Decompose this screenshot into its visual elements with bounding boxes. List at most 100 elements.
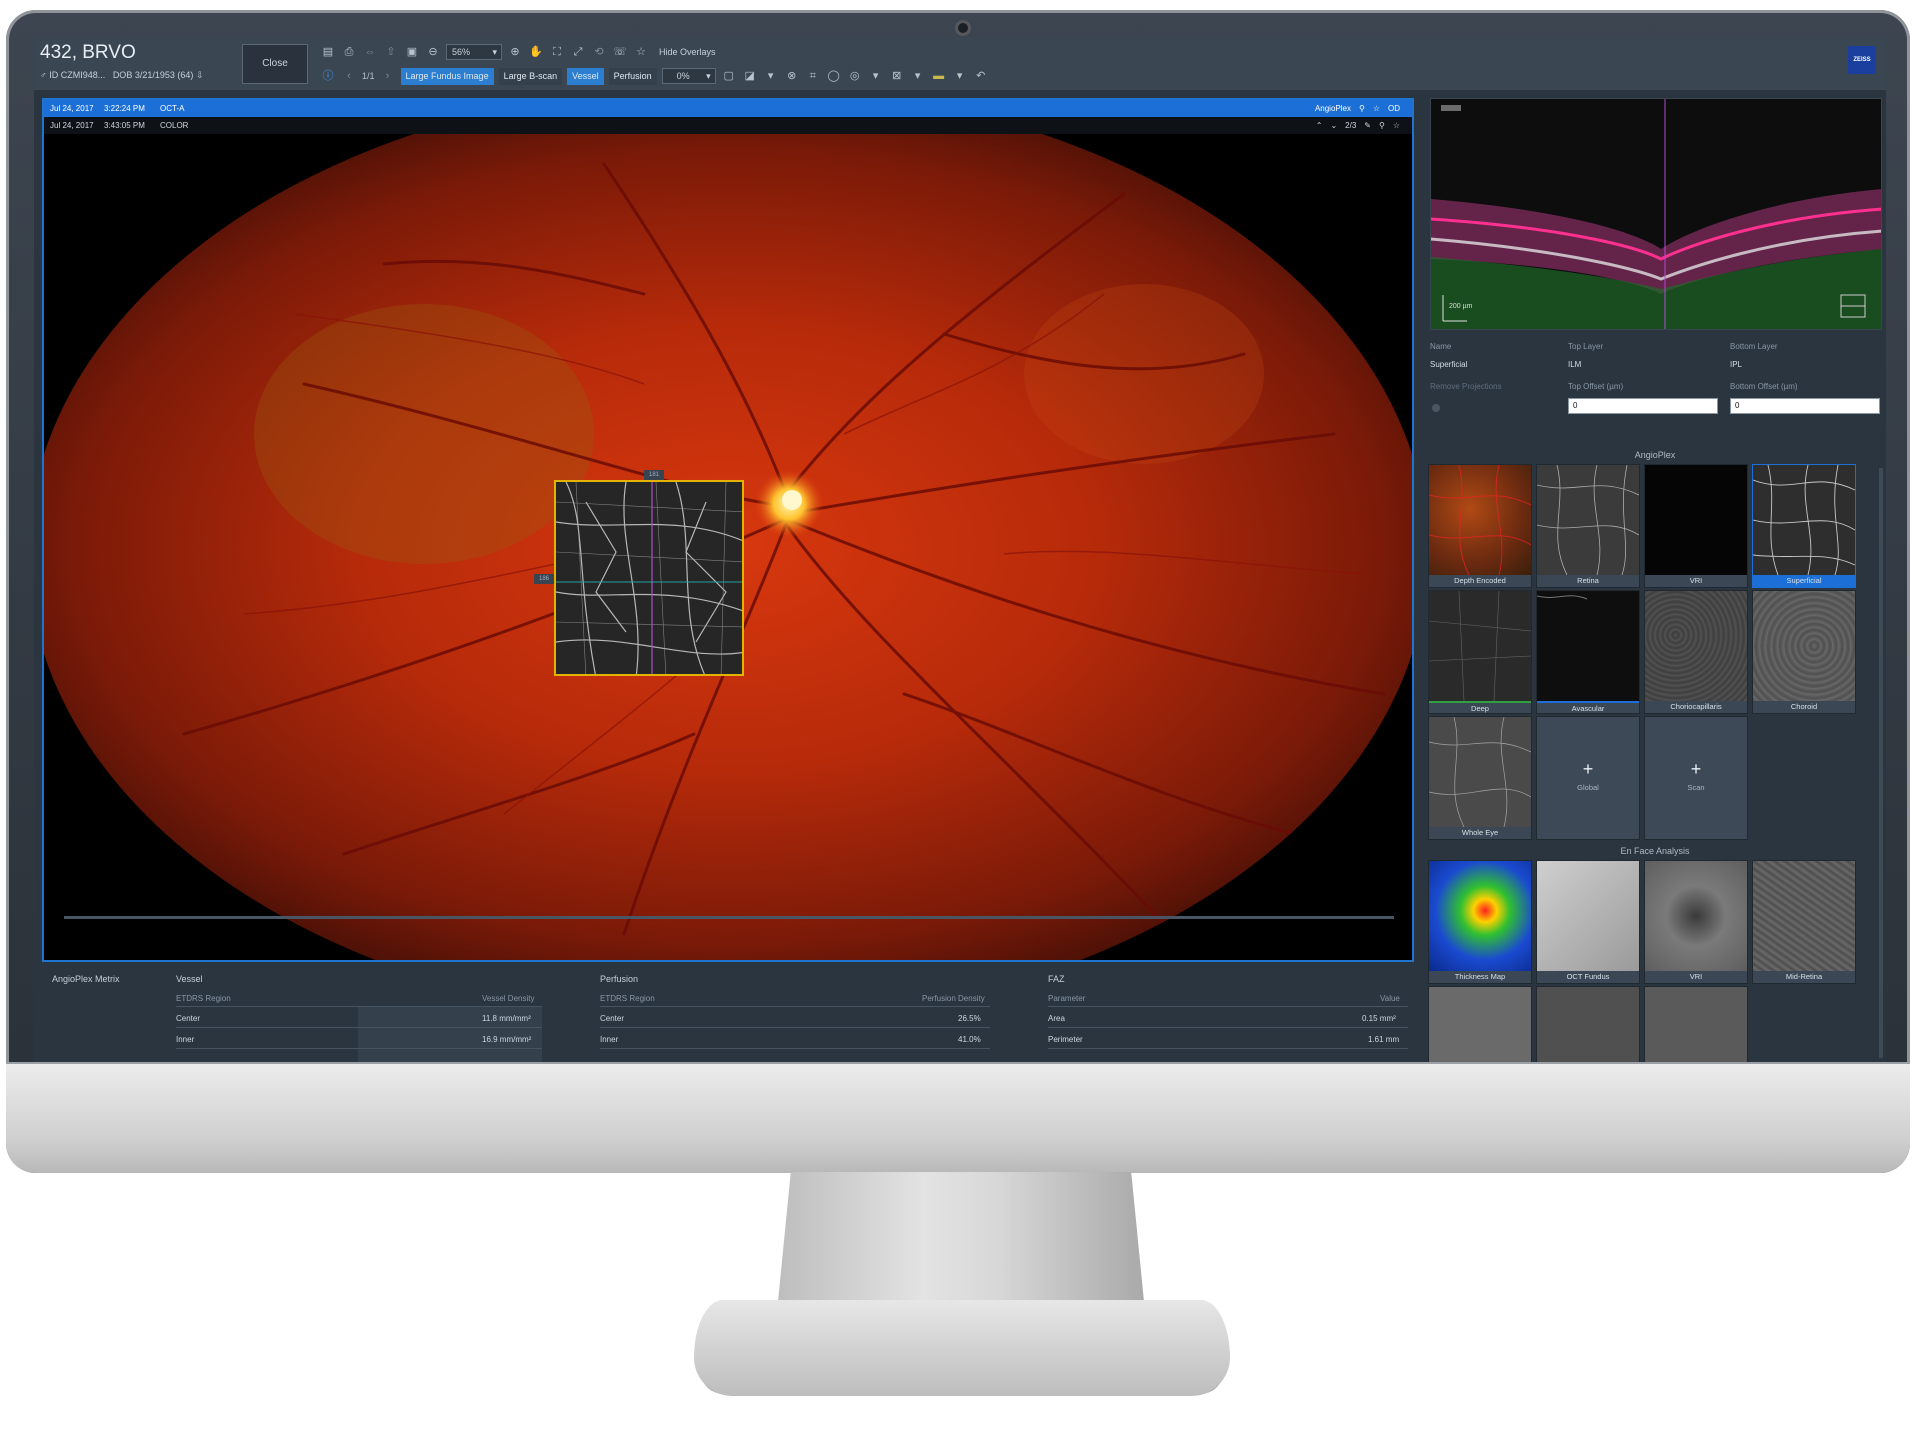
thumb-superficial[interactable]: Superficial: [1752, 464, 1856, 588]
patient-id: CZMI948...: [60, 70, 106, 80]
comment-icon[interactable]: ☏: [612, 44, 628, 60]
thumb-retina[interactable]: Retina: [1536, 464, 1640, 588]
patient-meta: ♂ ID CZMI948... DOB 3/21/1953 (64) ⇩: [40, 70, 203, 81]
hide-overlays-button[interactable]: Hide Overlays: [654, 44, 721, 61]
search-icon[interactable]: ⚲: [1359, 100, 1365, 117]
prev-icon[interactable]: ‹: [341, 68, 357, 84]
star-icon[interactable]: ☆: [1393, 117, 1400, 134]
thumb-vri[interactable]: VRI: [1644, 464, 1748, 588]
remove-projections-toggle[interactable]: [1432, 404, 1440, 412]
perfusion-toggle[interactable]: Perfusion: [608, 67, 657, 85]
zoom-in-icon[interactable]: ⊕: [507, 44, 523, 60]
pan-hand-icon[interactable]: ✋: [528, 44, 544, 60]
upload-icon[interactable]: ⇧: [383, 44, 399, 60]
thumb-mid-retina[interactable]: Mid-Retina: [1752, 860, 1856, 984]
thumb-thickness-map[interactable]: Thickness Map: [1428, 860, 1532, 984]
close-button[interactable]: Close: [242, 44, 308, 84]
thumb-image: [1537, 861, 1639, 971]
thumb-depth-encoded[interactable]: Depth Encoded: [1428, 464, 1532, 588]
search-icon[interactable]: ⚲: [1379, 117, 1385, 134]
save-icon[interactable]: ▣: [404, 44, 420, 60]
plus-icon: +: [1582, 759, 1594, 779]
dropdown-icon[interactable]: ▾: [763, 68, 779, 84]
export-icon[interactable]: ⇩: [196, 70, 204, 80]
star-icon[interactable]: ☆: [1373, 100, 1380, 117]
scan-row-color[interactable]: Jul 24, 2017 3:43:05 PM COLOR ⌃ ⌄ 2/3 ✎ …: [44, 117, 1412, 134]
chevron-up-icon[interactable]: ⌃: [1316, 117, 1323, 134]
thumb-partial[interactable]: [1428, 986, 1532, 1062]
large-fundus-toggle[interactable]: Large Fundus Image: [400, 67, 494, 85]
thumb-deep[interactable]: Deep: [1428, 590, 1532, 714]
thumb-choriocapillaris[interactable]: Choriocapillaris: [1644, 590, 1748, 714]
fit-window-icon[interactable]: ⛶: [549, 44, 565, 60]
top-offset-input[interactable]: 0: [1568, 398, 1718, 414]
next-icon[interactable]: ›: [380, 68, 396, 84]
add-global-slab-button[interactable]: + Global: [1536, 716, 1640, 840]
vessel-toggle[interactable]: Vessel: [567, 67, 604, 85]
reset-icon[interactable]: ⟲: [591, 44, 607, 60]
info-icon[interactable]: ⓘ: [320, 68, 336, 84]
thumb-partial[interactable]: [1644, 986, 1748, 1062]
contrast-icon[interactable]: ◪: [742, 68, 758, 84]
zoom-out-icon[interactable]: ⊖: [425, 44, 441, 60]
target-icon[interactable]: ◎: [847, 68, 863, 84]
screen: 432, BRVO ♂ ID CZMI948... DOB 3/21/1953 …: [34, 38, 1886, 1062]
oct-bscan[interactable]: 200 µm: [1430, 98, 1882, 330]
opacity-select[interactable]: 0%: [661, 68, 716, 84]
remove-projections-label: Remove Projections: [1430, 382, 1502, 391]
thumb-image: [1753, 861, 1855, 971]
gender-icon: ♂: [40, 70, 50, 80]
thumb-partial[interactable]: [1536, 986, 1640, 1062]
rule: [176, 1027, 542, 1028]
top-layer-value[interactable]: ILM: [1568, 360, 1581, 369]
thumb-oct-fundus[interactable]: OCT Fundus: [1536, 860, 1640, 984]
thumb-caption: VRI: [1645, 575, 1747, 587]
compare-icon[interactable]: ⇔: [362, 44, 378, 60]
octa-overlay-inset[interactable]: [554, 480, 744, 676]
edit-pencil-icon[interactable]: ✎: [1364, 117, 1371, 134]
monitor: 432, BRVO ♂ ID CZMI948... DOB 3/21/1953 …: [0, 0, 1920, 1440]
patient-info: 432, BRVO ♂ ID CZMI948... DOB 3/21/1953 …: [40, 42, 226, 86]
thumb-image: [1753, 465, 1855, 575]
slab-name[interactable]: Superficial: [1430, 360, 1467, 369]
top-toolbar: 432, BRVO ♂ ID CZMI948... DOB 3/21/1953 …: [34, 38, 1886, 90]
bottom-layer-value[interactable]: IPL: [1730, 360, 1742, 369]
fundus-image[interactable]: 181 186: [44, 134, 1412, 960]
image-icon[interactable]: ⊠: [889, 68, 905, 84]
print-icon[interactable]: ⎙: [341, 44, 357, 60]
top-offset-label: Top Offset (µm): [1568, 382, 1624, 391]
thumb-image: [1537, 591, 1639, 701]
bottom-layer-label: Bottom Layer: [1730, 342, 1778, 351]
thumb-image: [1645, 987, 1747, 1062]
thumb-avascular[interactable]: Avascular: [1536, 590, 1640, 714]
chevron-down-icon[interactable]: ⌄: [1330, 117, 1337, 134]
undo-icon[interactable]: ↶: [973, 68, 989, 84]
layer-icon[interactable]: ▢: [721, 68, 737, 84]
fullscreen-icon[interactable]: ⤢: [570, 44, 586, 60]
fundus-viewer[interactable]: Jul 24, 2017 3:22:24 PM OCT-A AngioPlex …: [42, 98, 1414, 962]
dropdown-icon[interactable]: ▾: [868, 68, 884, 84]
add-scan-slab-button[interactable]: + Scan: [1644, 716, 1748, 840]
thumb-enface-vri[interactable]: VRI: [1644, 860, 1748, 984]
circle-icon[interactable]: ◯: [826, 68, 842, 84]
report-icon[interactable]: ▤: [320, 44, 336, 60]
grid-icon[interactable]: ⊗: [784, 68, 800, 84]
zoom-select[interactable]: 56%: [446, 44, 502, 60]
star-icon[interactable]: ☆: [633, 44, 649, 60]
scan-row-octa[interactable]: Jul 24, 2017 3:22:24 PM OCT-A AngioPlex …: [44, 100, 1412, 117]
inset-top-marker[interactable]: 181: [644, 470, 664, 480]
right-panel-scrollbar[interactable]: [1879, 468, 1883, 1058]
dropdown-icon[interactable]: ▾: [910, 68, 926, 84]
large-bscan-toggle[interactable]: Large B-scan: [498, 67, 563, 85]
image-counter[interactable]: 2/3: [1345, 117, 1356, 134]
monitor-chin: [6, 1062, 1910, 1173]
color-palette-icon[interactable]: ▬: [931, 68, 947, 84]
bottom-offset-input[interactable]: 0: [1730, 398, 1880, 414]
thumb-choroid[interactable]: Choroid: [1752, 590, 1856, 714]
crop-icon[interactable]: ⌗: [805, 68, 821, 84]
dropdown-icon[interactable]: ▾: [952, 68, 968, 84]
thumb-whole-eye[interactable]: Whole Eye: [1428, 716, 1532, 840]
vessel-title: Vessel: [176, 974, 203, 984]
inset-left-marker[interactable]: 186: [534, 574, 554, 584]
thumb-image: [1753, 465, 1855, 575]
